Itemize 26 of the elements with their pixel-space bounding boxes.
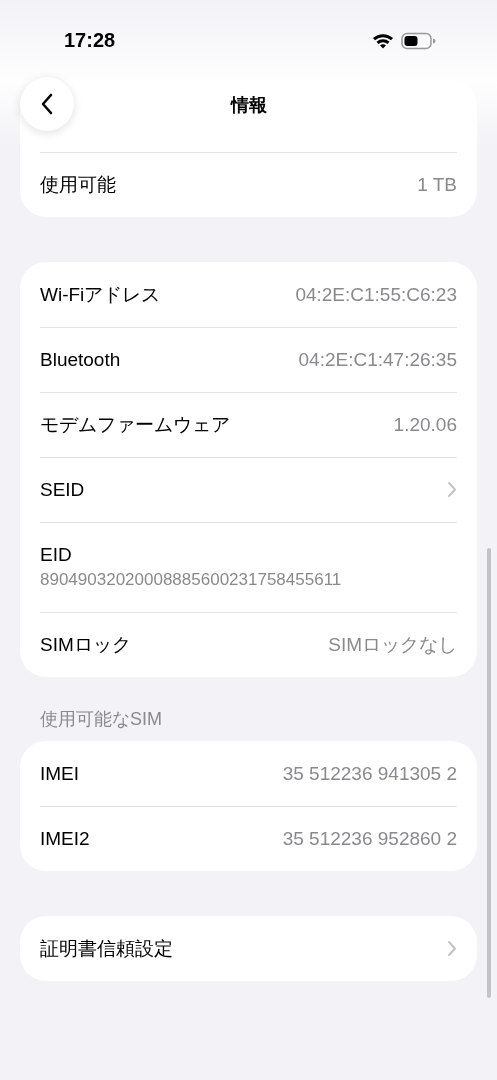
row-value: 04:2E:C1:55:C6:23 <box>295 283 457 306</box>
row-label: モデムファームウェア <box>40 412 230 437</box>
wifi-icon <box>372 32 394 49</box>
status-time: 17:28 <box>64 29 116 52</box>
section-header: 使用可能なSIM <box>40 709 162 729</box>
row-value: 1.20.06 <box>393 413 457 436</box>
row-value: 35 512236 941305 2 <box>282 762 457 785</box>
row-label: EID <box>40 544 72 566</box>
row-label: 使用可能 <box>40 172 116 197</box>
row-value: 89049032020008885600231758455611 <box>40 570 342 590</box>
row-value: 04:2E:C1:47:26:35 <box>298 348 457 371</box>
settings-row[interactable]: SEID <box>20 457 477 522</box>
row-value: SIMロックなし <box>328 632 457 657</box>
settings-row[interactable]: 証明書信頼設定 <box>20 916 477 981</box>
row-label: IMEI <box>40 762 80 785</box>
row-label: Bluetooth <box>40 348 121 371</box>
row-label: IMEI2 <box>40 827 90 850</box>
battery-icon <box>401 32 436 50</box>
row-value: 1 TB <box>417 173 457 196</box>
chevron-icon <box>447 940 457 957</box>
row-label: Wi-Fiアドレス <box>40 282 161 307</box>
chevron-icon <box>447 481 457 498</box>
row-label: SIMロック <box>40 632 131 657</box>
back-icon <box>40 93 54 115</box>
page-title: 情報 <box>230 94 267 117</box>
row-value: 35 512236 952860 2 <box>282 827 457 850</box>
